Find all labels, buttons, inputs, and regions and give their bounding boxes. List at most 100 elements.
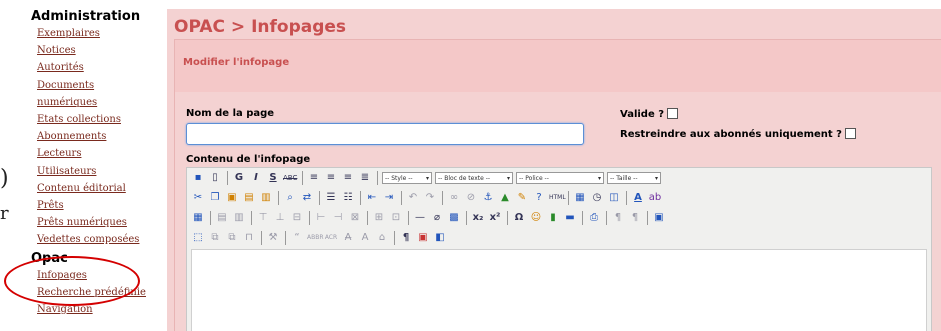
save-icon[interactable]: ▪	[191, 171, 205, 185]
anchor-icon[interactable]: ⚓	[481, 191, 495, 205]
block-select[interactable]: -- Bloc de texte -- ▾	[435, 172, 513, 184]
sidebar-item-vedettes-composees[interactable]: Vedettes composées	[31, 231, 169, 248]
underline-icon[interactable]: S	[266, 171, 280, 185]
row-props-icon[interactable]: ▤	[215, 211, 229, 225]
highlight-color-icon[interactable]: ab	[648, 191, 662, 205]
split-cells-icon[interactable]: ⊞	[372, 211, 386, 225]
move-backward-icon[interactable]: ⧉	[225, 231, 239, 245]
insert-row-after-icon[interactable]: ⊥	[273, 211, 287, 225]
sidebar-item-lecteurs[interactable]: Lecteurs	[31, 145, 169, 162]
style-props-icon[interactable]: ⚒	[266, 231, 280, 245]
advanced-hr-icon[interactable]: ▬	[563, 211, 577, 225]
print-icon[interactable]: ⎙	[587, 211, 601, 225]
acronym-icon[interactable]: ACR	[324, 231, 338, 245]
paste-word-icon[interactable]: ▥	[259, 191, 273, 205]
sidebar-item-utilisateurs[interactable]: Utilisateurs	[31, 163, 169, 180]
toolbar-separator	[278, 191, 279, 205]
sidebar-item-etats-collections[interactable]: Etats collections	[31, 111, 169, 128]
delete-row-icon[interactable]: ⊟	[290, 211, 304, 225]
insert-layer-icon[interactable]: ⬚	[191, 231, 205, 245]
help-icon[interactable]: ?	[532, 191, 546, 205]
editor-content-area[interactable]	[191, 249, 927, 331]
align-justify-icon[interactable]: ≣	[358, 171, 372, 185]
text-color-icon[interactable]: A	[631, 191, 645, 205]
template-icon[interactable]: ▣	[416, 231, 430, 245]
valid-checkbox[interactable]	[667, 108, 679, 119]
link-icon[interactable]: ∞	[447, 191, 461, 205]
cell-props-icon[interactable]: ▥	[232, 211, 246, 225]
numbered-list-icon[interactable]: ☷	[341, 191, 355, 205]
sidebar-item-exemplaires[interactable]: Exemplaires	[31, 25, 169, 42]
align-left-icon[interactable]: ≡	[307, 171, 321, 185]
move-forward-icon[interactable]: ⧉	[208, 231, 222, 245]
cleanup-icon[interactable]: ✎	[515, 191, 529, 205]
unlink-icon[interactable]: ⊘	[464, 191, 478, 205]
outdent-icon[interactable]: ⇤	[365, 191, 379, 205]
page-break-icon[interactable]: ◧	[433, 231, 447, 245]
merge-cells-icon[interactable]: ⊡	[389, 211, 403, 225]
indent-icon[interactable]: ⇥	[382, 191, 396, 205]
italic-icon[interactable]: I	[249, 171, 263, 185]
bold-icon[interactable]: G	[232, 171, 246, 185]
page-name-input[interactable]	[186, 123, 584, 145]
image-icon[interactable]: ▲	[498, 191, 512, 205]
style-select[interactable]: -- Style -- ▾	[382, 172, 432, 184]
insertion-icon[interactable]: A	[358, 231, 372, 245]
copy-icon[interactable]: ❐	[208, 191, 222, 205]
insert-col-after-icon[interactable]: ⊣	[331, 211, 345, 225]
horizontal-rule-icon[interactable]: —	[413, 211, 427, 225]
insert-time-icon[interactable]: ◷	[590, 191, 604, 205]
subscript-icon[interactable]: x₂	[471, 211, 485, 225]
replace-icon[interactable]: ⇄	[300, 191, 314, 205]
bullet-list-icon[interactable]: ☰	[324, 191, 338, 205]
delete-col-icon[interactable]: ⊠	[348, 211, 362, 225]
rtl-icon[interactable]: ¶	[628, 211, 642, 225]
sidebar-item-prets[interactable]: Prêts	[31, 197, 169, 214]
fullscreen-icon[interactable]: ▣	[652, 211, 666, 225]
font-select[interactable]: -- Police -- ▾	[516, 172, 604, 184]
undo-icon[interactable]: ↶	[406, 191, 420, 205]
cite-icon[interactable]: “	[290, 231, 304, 245]
redo-icon[interactable]: ↷	[423, 191, 437, 205]
paste-icon[interactable]: ▣	[225, 191, 239, 205]
font-select-value: -- Police --	[519, 174, 549, 182]
table-icon[interactable]: ▦	[191, 211, 205, 225]
size-select[interactable]: -- Taille -- ▾	[607, 172, 661, 184]
visual-aid-icon[interactable]: ▩	[447, 211, 461, 225]
sidebar-item-autorites[interactable]: Autorités	[31, 59, 169, 76]
preview-icon[interactable]: ◫	[607, 191, 621, 205]
sidebar-item-notices[interactable]: Notices	[31, 42, 169, 59]
insert-col-before-icon[interactable]: ⊢	[314, 211, 328, 225]
find-icon[interactable]: ⌕	[283, 191, 297, 205]
new-document-icon[interactable]: ▯	[208, 171, 222, 185]
deletion-icon[interactable]: A̶	[341, 231, 355, 245]
infopage-form: Modifier l'infopage Nom de la page Valid…	[174, 39, 941, 331]
cut-icon[interactable]: ✂	[191, 191, 205, 205]
sidebar-item-numeriques[interactable]: numériques	[31, 94, 169, 111]
special-char-icon[interactable]: Ω	[512, 211, 526, 225]
attributes-icon[interactable]: ⌂	[375, 231, 389, 245]
insert-date-icon[interactable]: ▦	[573, 191, 587, 205]
ltr-icon[interactable]: ¶	[611, 211, 625, 225]
absolute-position-icon[interactable]: ⊓	[242, 231, 256, 245]
show-blocks-icon[interactable]: ¶	[399, 231, 413, 245]
align-right-icon[interactable]: ≡	[341, 171, 355, 185]
html-icon[interactable]: HTML	[549, 191, 566, 205]
insert-row-before-icon[interactable]: ⊤	[256, 211, 270, 225]
sidebar-item-prets-numeriques[interactable]: Prêts numériques	[31, 214, 169, 231]
sidebar-item-infopages[interactable]: Infopages	[31, 267, 169, 284]
sidebar-item-contenu-editorial[interactable]: Contenu éditorial	[31, 180, 169, 197]
sidebar-item-recherche-predefinie[interactable]: Recherche prédéfinie	[31, 284, 169, 301]
paste-text-icon[interactable]: ▤	[242, 191, 256, 205]
superscript-icon[interactable]: x²	[488, 211, 502, 225]
sidebar-item-abonnements[interactable]: Abonnements	[31, 128, 169, 145]
align-center-icon[interactable]: ≡	[324, 171, 338, 185]
media-icon[interactable]: ▮	[546, 211, 560, 225]
emoticon-icon[interactable]: ☺	[529, 211, 543, 225]
sidebar-item-navigation[interactable]: Navigation	[31, 301, 169, 318]
restrict-checkbox[interactable]	[844, 128, 856, 139]
abbreviation-icon[interactable]: ABBR	[307, 231, 324, 245]
remove-format-icon[interactable]: ⌀	[430, 211, 444, 225]
sidebar-item-documents[interactable]: Documents	[31, 77, 169, 94]
strikethrough-icon[interactable]: ABC	[283, 171, 297, 185]
